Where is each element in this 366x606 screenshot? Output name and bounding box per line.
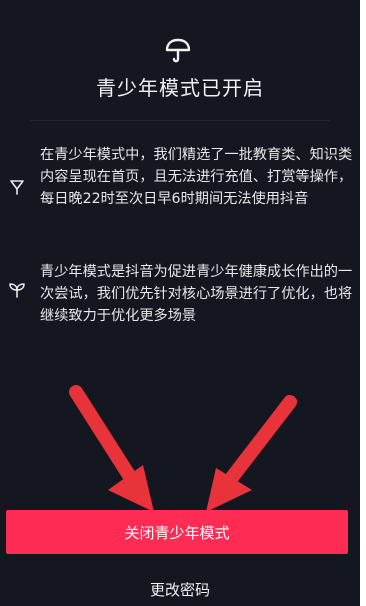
- page-title: 青少年模式已开启: [96, 76, 264, 100]
- arrow-right-annotation: [206, 395, 297, 512]
- change-password-link[interactable]: 更改密码: [0, 579, 360, 600]
- umbrella-icon: [165, 38, 191, 63]
- screen-edge: [360, 0, 366, 606]
- arrow-left-annotation: [69, 385, 154, 512]
- divider: [30, 120, 330, 121]
- sprout-icon: [9, 283, 25, 298]
- cup-icon: [10, 180, 24, 195]
- info-text-content: 在青少年模式中，我们精选了一批教育类、知识类内容呈现在首页，且无法进行充值、打赏…: [40, 147, 353, 207]
- info-text-purpose: 青少年模式是抖音为促进青少年健康成长作出的一次尝试，我们优先针对核心场景进行了优…: [40, 264, 353, 324]
- close-teen-mode-button[interactable]: 关闭青少年模式: [6, 510, 348, 554]
